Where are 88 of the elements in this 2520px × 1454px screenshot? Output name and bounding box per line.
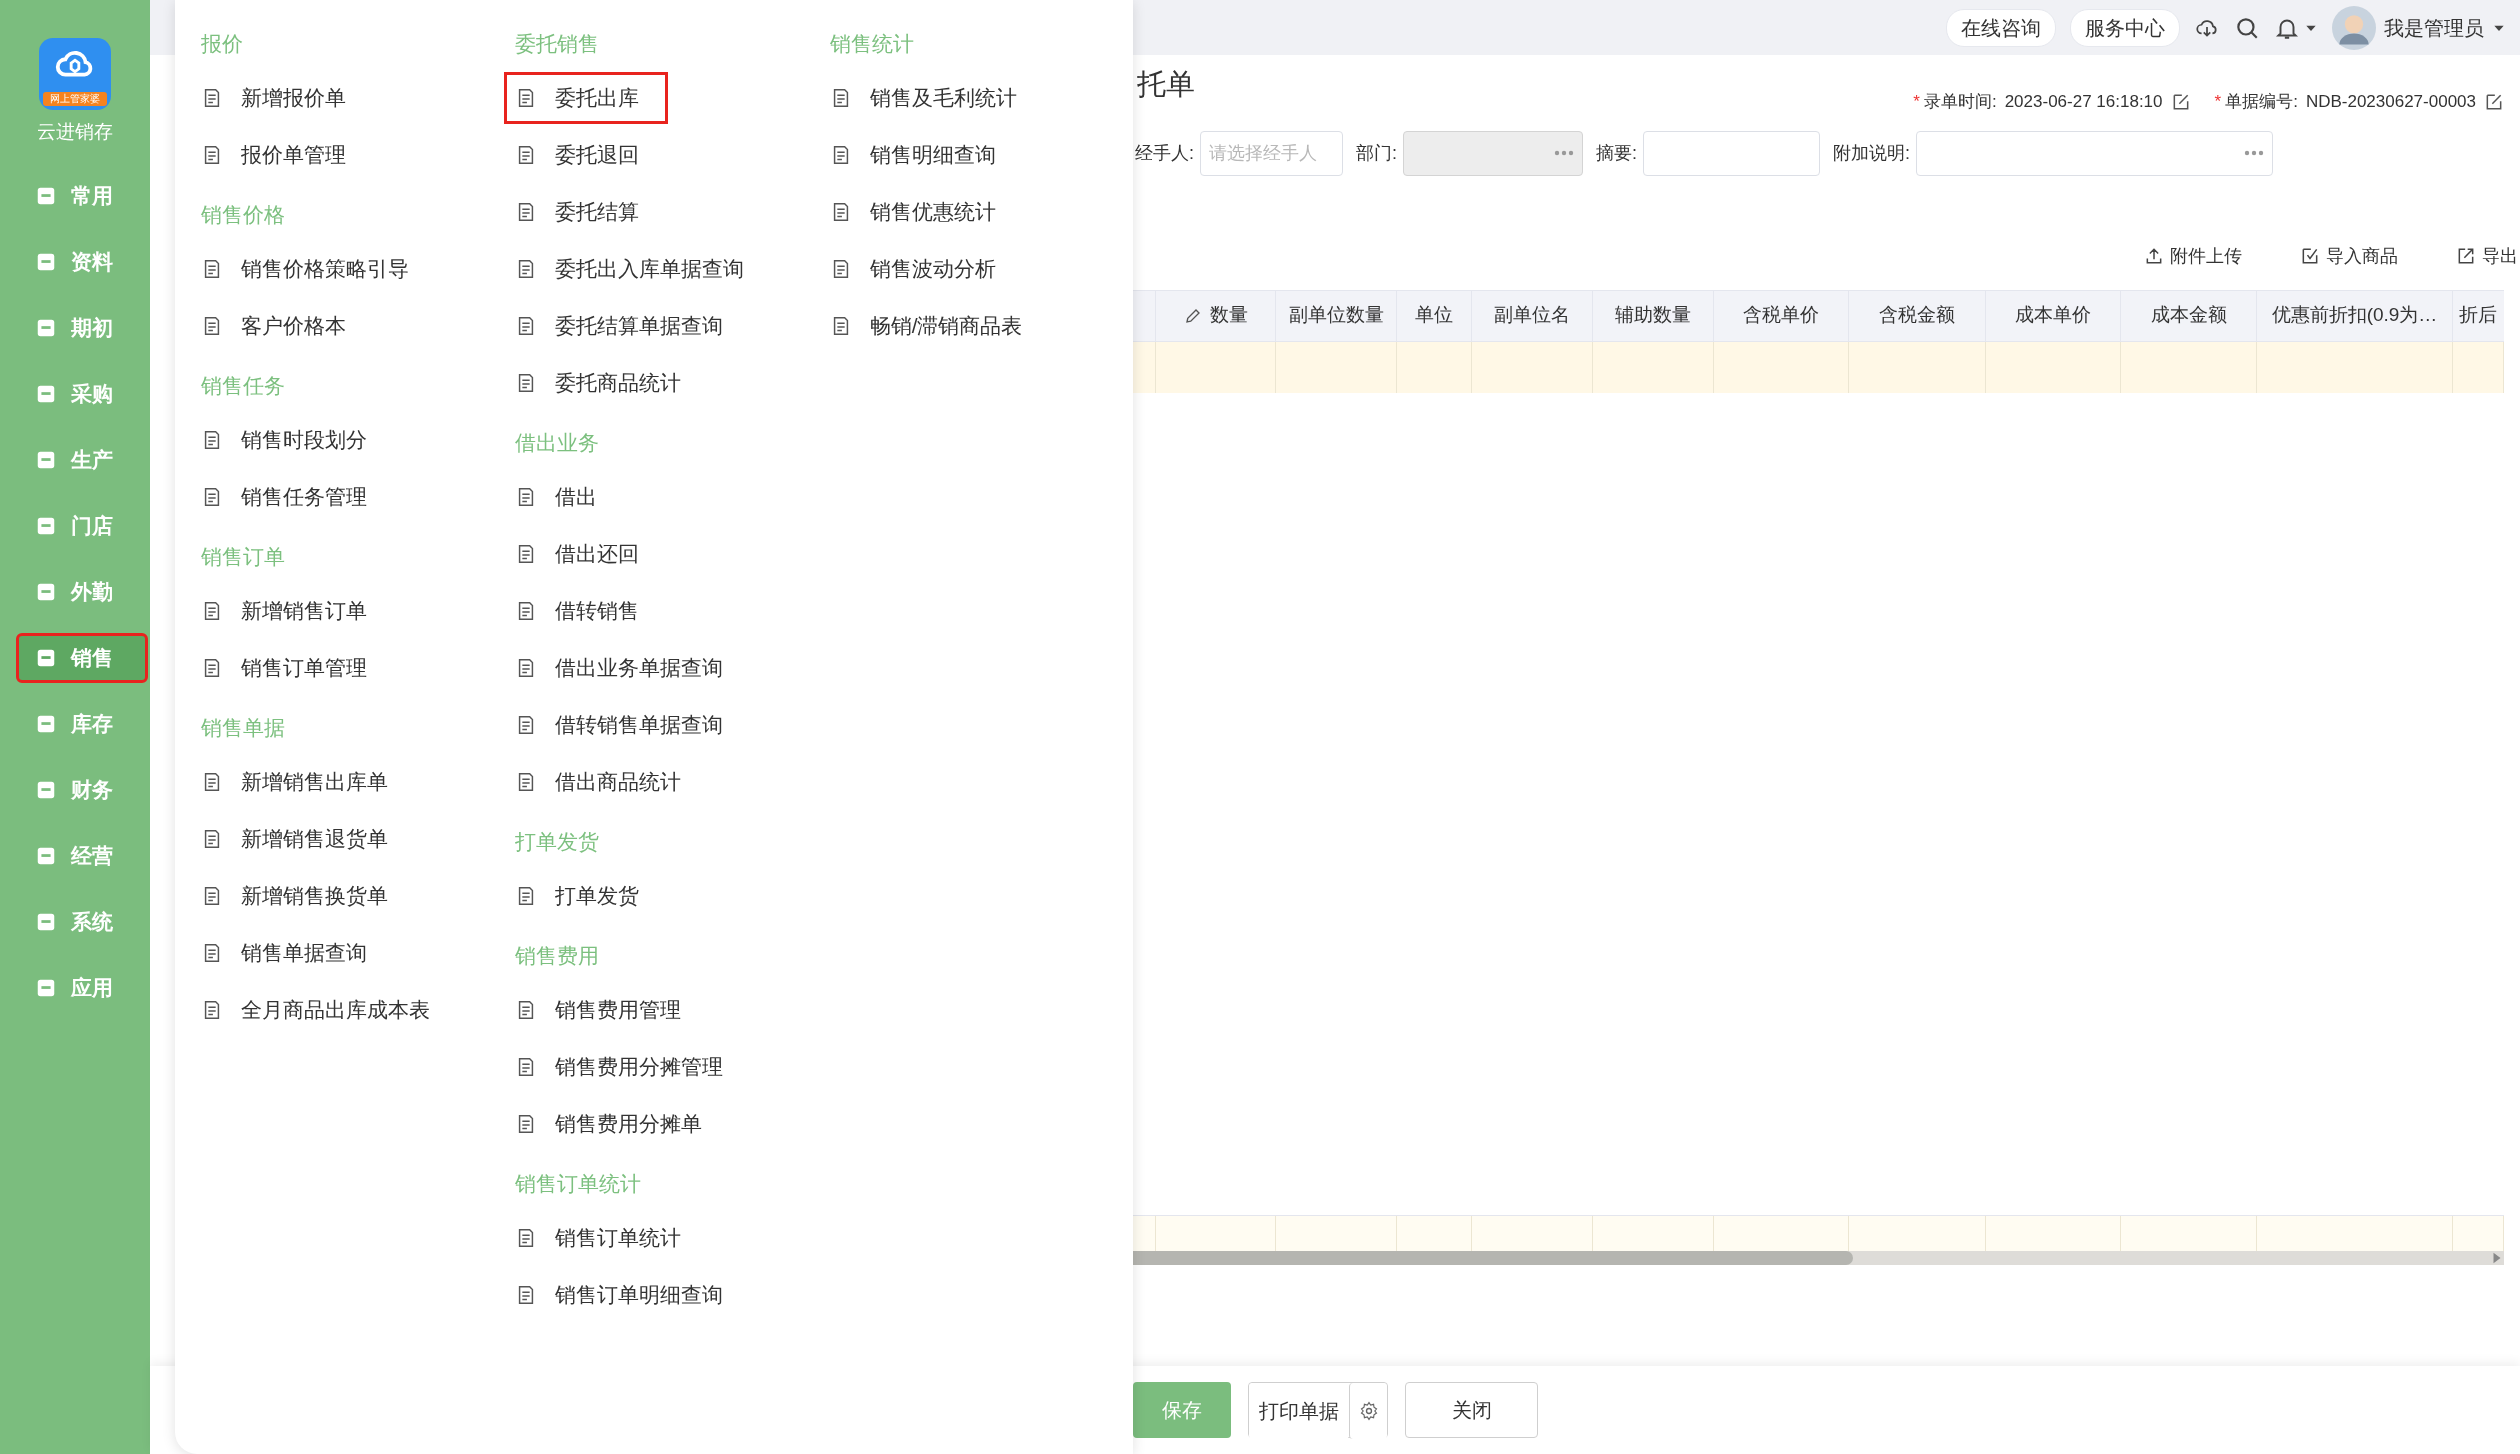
more-icon (2244, 150, 2265, 156)
menu-item[interactable]: 销售任务管理 (190, 471, 396, 523)
menu-item[interactable]: 销售费用分摊单 (504, 1098, 732, 1150)
menu-item[interactable]: 新增销售退货单 (190, 813, 417, 865)
field-label: 附加说明: (1833, 141, 1911, 165)
menu-heading: 销售统计 (828, 30, 915, 57)
column-header: 含税金额 (1849, 290, 1986, 341)
logo-badge: 网上管家婆 (43, 92, 107, 106)
toolbar-button[interactable]: 导入商品 (2300, 242, 2398, 270)
menu-heading: 销售订单 (200, 543, 286, 570)
menu-heading: 打单发货 (514, 828, 601, 855)
field-label: 摘要: (1596, 141, 1638, 165)
menu-item[interactable]: 销售优惠统计 (818, 186, 1025, 238)
menu-heading: 销售单据 (200, 714, 286, 741)
export-icon (2456, 246, 2476, 266)
user-name[interactable]: 我是管理员 (2384, 9, 2484, 46)
input-field[interactable] (1643, 130, 1821, 176)
menu-item[interactable]: 销售订单统计 (504, 1212, 711, 1264)
field-label: * 单据编号: (2214, 91, 2298, 113)
menu-heading: 销售任务 (200, 372, 286, 399)
menu-item[interactable]: 委托结算单据查询 (504, 300, 753, 352)
menu-item[interactable]: 报价单管理 (190, 129, 375, 181)
column-header: 折后 (2458, 303, 2498, 328)
menu-item[interactable]: 委托退回 (504, 129, 669, 181)
menu-heading: 销售费用 (514, 942, 601, 969)
menu-item[interactable]: 销售费用分摊管理 (504, 1041, 753, 1093)
menu-item[interactable]: 销售波动分析 (818, 243, 1025, 295)
field-label: 经手人: (1135, 141, 1194, 165)
menu-heading: 销售价格 (200, 201, 286, 228)
header-button[interactable]: 服务中心 (2070, 8, 2180, 47)
menu-item[interactable]: 客户价格本 (190, 300, 375, 352)
column-header: 副单位数量 (1276, 290, 1397, 341)
menu-item[interactable]: 销售及毛利统计 (818, 72, 1046, 124)
menu-item[interactable]: 销售明细查询 (818, 129, 1025, 181)
menu-item[interactable]: 销售单据查询 (190, 927, 396, 979)
menu-heading: 销售订单统计 (514, 1170, 643, 1197)
menu-item[interactable]: 借出 (504, 471, 627, 523)
settings-icon (1358, 1401, 1379, 1421)
menu-item[interactable]: 新增销售换货单 (190, 870, 417, 922)
header-button[interactable]: 在线咨询 (1946, 8, 2056, 47)
menu-item[interactable]: 借出商品统计 (504, 756, 711, 808)
picker-field[interactable] (1916, 130, 2274, 176)
menu-item[interactable]: 销售时段划分 (190, 414, 396, 466)
menu-item[interactable]: 畅销/滞销商品表 (818, 300, 1052, 352)
menu-heading: 借出业务 (514, 429, 601, 456)
menu-item[interactable]: 全月商品出库成本表 (190, 984, 459, 1036)
close-button[interactable]: 关闭 (1405, 1382, 1538, 1438)
menu-item[interactable]: 委托出库 (504, 72, 669, 124)
menu-item[interactable]: 借出业务单据查询 (504, 642, 753, 694)
column-header: 辅助数量 (1593, 290, 1714, 341)
input-field[interactable]: 请选择经手人 (1200, 130, 1343, 176)
menu-item[interactable]: 销售价格策略引导 (190, 243, 438, 295)
menu-item[interactable]: 打单发货 (504, 870, 669, 922)
toolbar-button[interactable]: 附件上传 (2144, 242, 2242, 270)
more-icon (1554, 150, 1575, 156)
menu-item[interactable]: 销售费用管理 (504, 984, 711, 1036)
column-header: 单位 (1397, 290, 1472, 341)
toolbar-button[interactable]: 导出 (2456, 242, 2518, 270)
import-icon (2300, 246, 2320, 266)
menu-item[interactable]: 新增销售出库单 (190, 756, 417, 808)
menu-item[interactable]: 委托结算 (504, 186, 669, 238)
column-header: 成本金额 (2121, 290, 2257, 341)
field-label: 部门: (1356, 141, 1398, 165)
menu-item[interactable]: 新增报价单 (190, 72, 375, 124)
menu-heading: 报价 (200, 30, 244, 57)
menu-item[interactable]: 借出还回 (504, 528, 669, 580)
menu-heading: 委托销售 (514, 30, 601, 57)
menu-item[interactable]: 委托出入库单据查询 (504, 243, 774, 295)
menu-item[interactable]: 销售订单管理 (190, 642, 396, 694)
avatar-icon[interactable] (2332, 5, 2376, 50)
field-label: * 录单时间: (1913, 91, 1997, 113)
app-name: 云进销存 (37, 120, 113, 144)
field-value: NDB-20230627-00003 (2305, 91, 2476, 113)
menu-item[interactable]: 委托商品统计 (504, 357, 711, 409)
column-header: 优惠前折扣(0.9为… (2257, 290, 2453, 341)
settings-button[interactable] (1349, 1383, 1387, 1439)
menu-item[interactable]: 销售订单明细查询 (504, 1269, 753, 1321)
print-button[interactable]: 打印单据 (1249, 1383, 1349, 1439)
upload-icon (2144, 246, 2164, 266)
menu-item[interactable]: 借转销售 (504, 585, 669, 637)
field-value: 2023-06-27 16:18:10 (2004, 91, 2163, 113)
column-header: 成本单价 (1986, 290, 2121, 341)
menu-item[interactable]: 借转销售单据查询 (504, 699, 753, 751)
page-title: 托单 (1136, 67, 1195, 102)
menu-item[interactable]: 新增销售订单 (190, 585, 396, 637)
column-header: 副单位名 (1472, 290, 1593, 341)
column-header: 含税单价 (1714, 290, 1849, 341)
column-title: 数量 (1209, 303, 1248, 328)
